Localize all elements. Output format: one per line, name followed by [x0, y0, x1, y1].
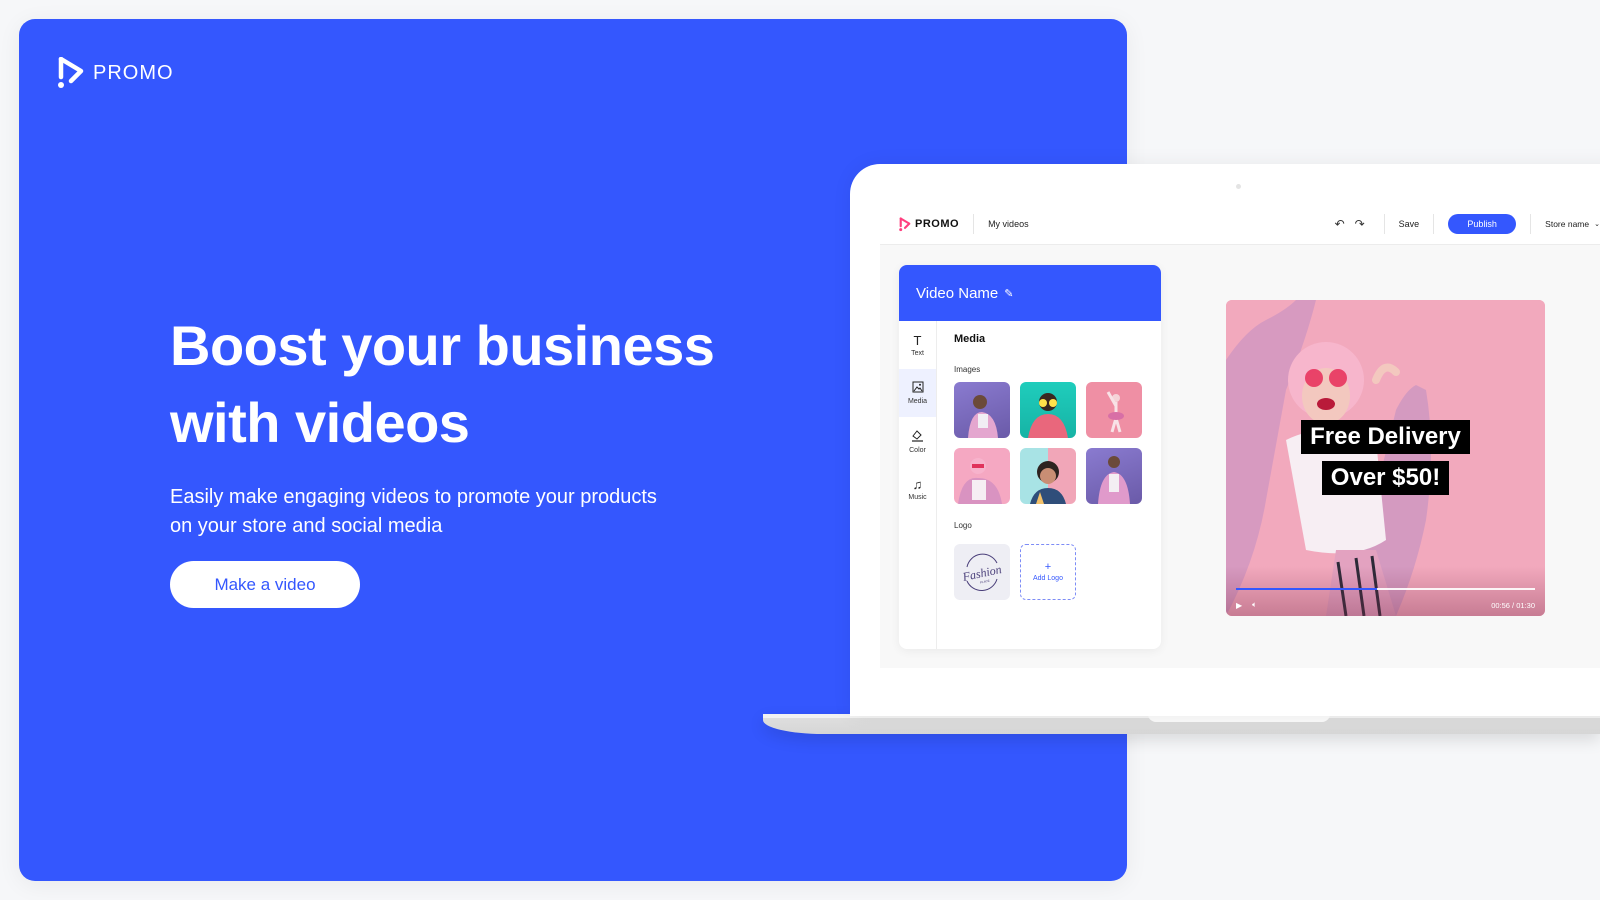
caption-line-1: Free Delivery [1226, 420, 1545, 454]
image-thumb[interactable] [954, 448, 1010, 504]
store-selector[interactable]: Store name ⌄ [1545, 219, 1600, 229]
brand-name: PROMO [93, 61, 174, 84]
tool-label: Text [911, 349, 924, 357]
tool-media[interactable]: Media [899, 369, 936, 417]
app-logo[interactable]: PROMO [899, 216, 960, 232]
subline-line-1: Easily make engaging videos to promote y… [170, 486, 657, 508]
progress-fill [1236, 588, 1377, 590]
tool-sidebar: T Text Media Color ♫ Music [899, 321, 937, 649]
nav-actions: ↶ ↷ Save Publish Store name ⌄ [1330, 214, 1600, 234]
add-logo-label: Add Logo [1033, 575, 1063, 582]
progress-bar[interactable] [1236, 588, 1535, 590]
brand-logo[interactable]: PROMO [57, 57, 174, 89]
divider [1530, 214, 1532, 234]
divider [973, 214, 975, 234]
subline-line-2: on your store and social media [170, 515, 443, 537]
image-icon [912, 381, 924, 395]
timecode: 00:56 / 01:30 [1491, 600, 1535, 610]
play-icon[interactable]: ▶ [1236, 601, 1242, 610]
store-name: Store name [1545, 219, 1590, 229]
headline-line-1: Boost your business [170, 314, 715, 377]
panel-title: Media [954, 333, 986, 345]
logo-subtext: PLACE [980, 579, 990, 585]
image-thumb[interactable] [1020, 382, 1076, 438]
logo-row: Fashion PLACE + Add Logo [954, 544, 1076, 600]
tool-text[interactable]: T Text [899, 321, 936, 369]
image-thumb[interactable] [954, 382, 1010, 438]
logo-tile[interactable]: Fashion PLACE [954, 544, 1010, 600]
app-navbar: PROMO My videos ↶ ↷ Save Publish Store n… [880, 204, 1600, 245]
caption-line-2: Over $50! [1226, 461, 1545, 495]
tool-music[interactable]: ♫ Music [899, 465, 936, 513]
editor-card: Video Name ✎ T Text Media Color ♫ Music … [899, 265, 1161, 649]
video-preview[interactable]: Free Delivery Over $50! ▶ 🔈︎ 00:56 / 01:… [1226, 300, 1545, 616]
laptop-mockup: PROMO My videos ↶ ↷ Save Publish Store n… [850, 164, 1600, 716]
redo-icon[interactable]: ↷ [1350, 214, 1370, 234]
play-logo-icon [58, 57, 84, 88]
app-screen: PROMO My videos ↶ ↷ Save Publish Store n… [880, 204, 1600, 668]
logo-label: Logo [954, 521, 972, 530]
tool-color[interactable]: Color [899, 417, 936, 465]
undo-icon[interactable]: ↶ [1330, 214, 1350, 234]
divider [1383, 214, 1385, 234]
media-panel: Media Images Logo Fashion PLACE + Add Lo… [954, 321, 1151, 649]
play-logo-icon [899, 216, 911, 231]
image-thumb[interactable] [1086, 448, 1142, 504]
divider [1433, 214, 1435, 234]
text-icon: T [913, 332, 922, 348]
caption-text: Free Delivery [1301, 420, 1470, 454]
chevron-down-icon: ⌄ [1594, 221, 1600, 228]
save-button[interactable]: Save [1399, 219, 1420, 229]
my-videos-link[interactable]: My videos [988, 219, 1029, 229]
hero-subline: Easily make engaging videos to promote y… [170, 483, 730, 541]
plus-icon: + [1044, 561, 1052, 573]
images-label: Images [954, 365, 981, 374]
caption-text: Over $50! [1321, 461, 1450, 495]
publish-button[interactable]: Publish [1448, 214, 1517, 234]
video-controls: ▶ 🔈︎ 00:56 / 01:30 [1236, 600, 1535, 610]
make-video-button[interactable]: Make a video [170, 561, 360, 608]
app-logo-name: PROMO [915, 218, 960, 230]
pencil-icon[interactable]: ✎ [1004, 287, 1013, 300]
editor-header: Video Name ✎ [899, 265, 1161, 321]
music-note-icon: ♫ [912, 476, 923, 492]
image-thumb[interactable] [1020, 448, 1076, 504]
tool-label: Media [907, 398, 928, 405]
tool-label: Music [908, 493, 927, 501]
video-name-title[interactable]: Video Name [916, 285, 998, 302]
tool-label: Color [909, 446, 926, 454]
hero-headline: Boost your business with videos [170, 307, 730, 461]
paint-bucket-icon [911, 429, 924, 444]
volume-icon[interactable]: 🔈︎ [1252, 600, 1257, 610]
camera-dot [1236, 184, 1241, 189]
add-logo-button[interactable]: + Add Logo [1020, 544, 1076, 600]
image-grid [954, 382, 1142, 504]
image-thumb[interactable] [1086, 382, 1142, 438]
headline-line-2: with videos [170, 391, 470, 454]
